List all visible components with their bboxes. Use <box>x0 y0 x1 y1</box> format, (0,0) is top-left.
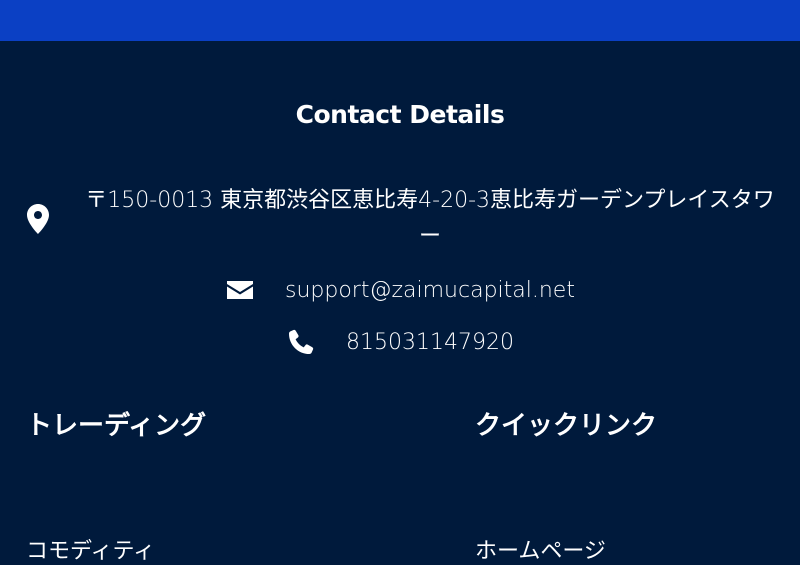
envelope-icon <box>227 281 254 299</box>
contact-address: 〒150-0013 東京都渋谷区恵比寿4-20-3恵比寿ガーデンプレイスタワー <box>85 188 775 249</box>
email-link[interactable]: support@zaimucapital.net <box>285 278 575 303</box>
phone-icon <box>289 329 314 354</box>
map-marker-icon <box>27 204 49 234</box>
homepage-link[interactable]: ホームページ <box>475 533 606 565</box>
contact-details-title: Contact Details <box>295 100 505 129</box>
top-bar <box>0 0 800 41</box>
phone-link[interactable]: 815031147920 <box>346 330 514 355</box>
trading-column-title: トレーディング <box>26 411 207 441</box>
quick-links-column-title: クイックリンク <box>475 411 658 441</box>
email-row: support@zaimucapital.net <box>0 272 800 308</box>
phone-row: 815031147920 <box>0 324 800 360</box>
commodities-link[interactable]: コモディティ <box>26 533 155 565</box>
